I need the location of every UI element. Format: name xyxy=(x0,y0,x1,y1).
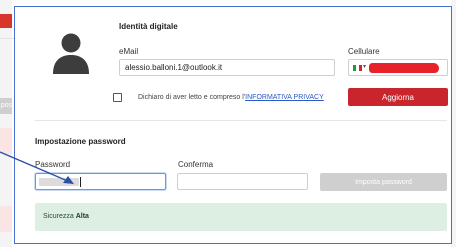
identity-title: Identità digitale xyxy=(119,22,178,31)
phone-label: Cellulare xyxy=(348,47,380,56)
privacy-checkbox[interactable] xyxy=(113,93,122,102)
user-avatar-icon xyxy=(53,33,89,74)
password-label: Password xyxy=(35,160,71,169)
email-value: alessio.balloni.1@outlook.it xyxy=(125,63,223,72)
text-caret xyxy=(80,177,81,187)
flag-italy-icon[interactable] xyxy=(353,65,362,71)
strength-label: Sicurezza xyxy=(43,213,74,220)
confirm-password-field[interactable] xyxy=(177,173,308,190)
email-label: eMail xyxy=(119,47,139,56)
phone-field[interactable]: ▾ xyxy=(348,59,448,76)
password-section-title: Impostazione password xyxy=(35,137,126,146)
email-field[interactable]: alessio.balloni.1@outlook.it xyxy=(119,59,335,76)
update-button[interactable]: Aggiorna xyxy=(348,88,448,106)
phone-value-redaction xyxy=(369,63,439,73)
background-pink-bar xyxy=(0,128,12,154)
background-pink-bar-lower xyxy=(0,206,12,232)
background-red-bar xyxy=(0,14,12,28)
privacy-policy-link[interactable]: INFORMATIVA PRIVACY xyxy=(245,94,324,101)
password-field[interactable] xyxy=(35,173,166,190)
set-password-button[interactable]: Imposta password xyxy=(320,173,447,191)
privacy-consent-text: Dichiaro di aver letto e compreso l'INFO… xyxy=(138,94,324,101)
section-divider xyxy=(35,120,447,121)
privacy-text: Dichiaro di aver letto e compreso l' xyxy=(138,94,246,101)
password-masked-value xyxy=(39,178,79,186)
background-grey-tab: pos xyxy=(0,98,12,114)
confirm-label: Conferma xyxy=(178,160,214,169)
strength-value: Alta xyxy=(75,213,89,220)
background-divider xyxy=(0,38,14,39)
chevron-down-icon[interactable]: ▾ xyxy=(363,63,366,70)
profile-modal: Identità digitale eMail alessio.balloni.… xyxy=(14,6,452,244)
password-strength-banner: Sicurezza Alta xyxy=(35,203,447,231)
